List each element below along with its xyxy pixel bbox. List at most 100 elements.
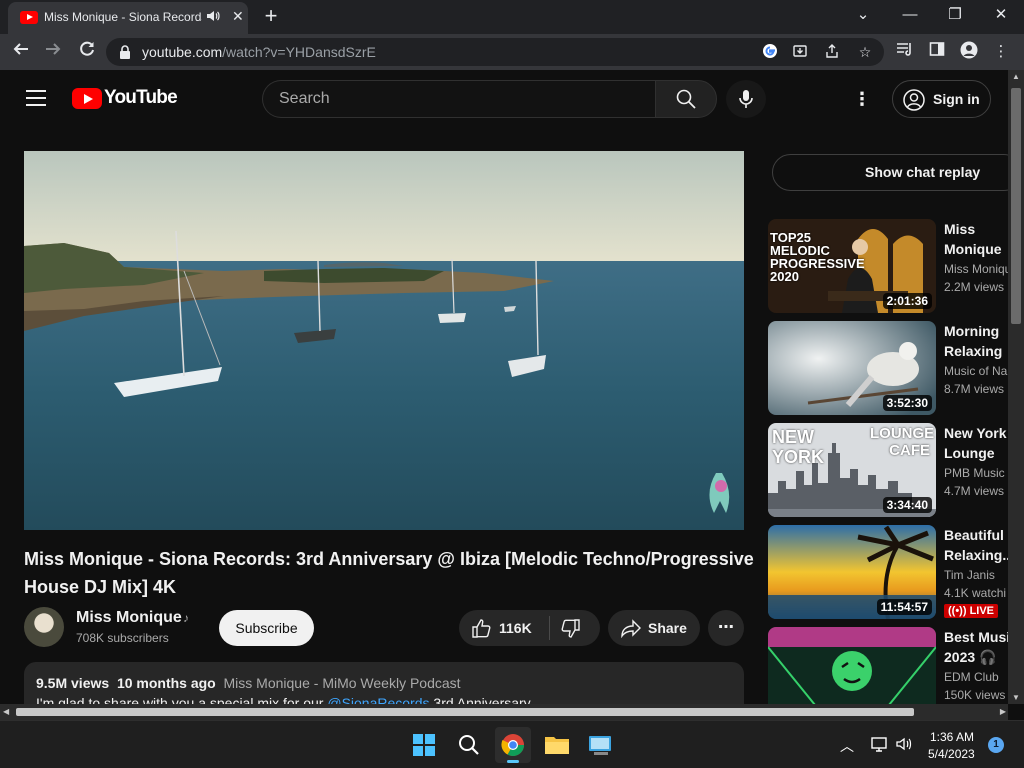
clock-time[interactable]: 1:36 AM [930, 730, 974, 744]
start-button[interactable] [406, 727, 442, 763]
video-thumbnail[interactable]: 11:54:57 [768, 525, 936, 619]
video-player[interactable] [24, 151, 744, 530]
recommendation-item[interactable]: Best Musi 2023 🎧 EDM Club 150K views [768, 627, 1008, 704]
search-icon [459, 735, 479, 755]
chevron-up-icon[interactable]: ︿ [840, 736, 854, 756]
horizontal-scrollbar[interactable]: ◀ ▶ [0, 704, 1008, 720]
show-chat-replay-button[interactable]: Show chat replay [772, 154, 1008, 191]
sign-in-button[interactable]: Sign in [892, 80, 991, 118]
scroll-left-arrow-icon[interactable]: ◀ [3, 707, 9, 716]
recommendation-title[interactable]: Morning Relaxing M [944, 321, 1008, 361]
dislike-thumb-icon[interactable] [561, 619, 581, 639]
share-button[interactable]: Share [608, 610, 700, 646]
like-thumb-icon[interactable] [471, 618, 491, 638]
taskbar-search-button[interactable] [451, 727, 487, 763]
like-count[interactable]: 116K [499, 620, 532, 636]
recommendation-channel[interactable]: Music of Na [944, 364, 1008, 378]
reload-icon[interactable] [74, 40, 100, 64]
scroll-down-arrow-icon[interactable]: ▼ [1012, 693, 1020, 702]
share-page-icon[interactable] [822, 43, 842, 61]
video-thumbnail[interactable] [768, 627, 936, 704]
close-tab-icon[interactable]: ✕ [232, 8, 244, 25]
hamburger-menu-icon[interactable] [26, 90, 46, 106]
address-bar[interactable]: youtube.com/watch?v=YHDansdSzrE ☆ [106, 38, 884, 66]
scroll-up-arrow-icon[interactable]: ▲ [1012, 72, 1020, 81]
share-label: Share [648, 620, 687, 636]
taskbar-file-explorer-button[interactable] [539, 727, 575, 763]
clock-date[interactable]: 5/4/2023 [928, 747, 975, 761]
music-note-icon: ♪ [183, 611, 189, 625]
voice-search-button[interactable] [726, 80, 766, 118]
google-icon[interactable] [760, 43, 780, 61]
recommendation-views: 150K views [944, 688, 1006, 702]
recommendation-title[interactable]: Miss Monique YearMix 2 [944, 219, 1008, 259]
description-text: I'm glad to share with you a special mix… [36, 695, 531, 704]
recommendation-item[interactable]: 11:54:57 Beautiful Relaxing... Tim Janis… [768, 525, 1008, 621]
browser-tab-strip: Miss Monique - Siona Records ✕ + ⌄ — ❐ ✕ [0, 0, 1024, 34]
thumbnail-caption-right: LOUNGE CAFE [870, 425, 935, 459]
playlist-link[interactable]: Miss Monique - MiMo Weekly Podcast [224, 675, 461, 691]
account-icon [903, 89, 925, 111]
taskbar-app-button[interactable] [583, 727, 619, 763]
new-tab-button[interactable]: + [259, 3, 283, 29]
taskbar-chrome-button[interactable] [495, 727, 531, 763]
reading-list-icon[interactable] [894, 41, 916, 63]
speaker-icon[interactable] [206, 9, 220, 26]
minimize-icon[interactable]: — [890, 4, 930, 28]
mention-link[interactable]: @SionaRecords [327, 695, 429, 704]
recommendation-channel[interactable]: Miss Monique [944, 262, 1008, 276]
youtube-page: YouTube Search ⋮ Sign in Miss Monique - … [0, 70, 1008, 704]
thumbnail-caption: TOP25 MELODIC PROGRESSIVE 2020 [770, 230, 865, 284]
search-button[interactable] [655, 80, 717, 118]
horizontal-scroll-thumb[interactable] [16, 708, 914, 716]
channel-avatar[interactable] [24, 607, 64, 647]
browser-tab[interactable]: Miss Monique - Siona Records ✕ [8, 2, 248, 34]
recommendation-title[interactable]: Beautiful Relaxing... [944, 525, 1008, 565]
channel-name[interactable]: Miss Monique [76, 609, 182, 627]
recommendation-item[interactable]: 3:52:30 Morning Relaxing M Music of Na 8… [768, 321, 1008, 417]
youtube-favicon-icon [20, 11, 38, 24]
video-thumbnail[interactable]: NEW YORK LOUNGE CAFE 3:34:40 [768, 423, 936, 517]
youtube-logo-icon[interactable] [72, 88, 102, 109]
recommendation-item[interactable]: TOP25 MELODIC PROGRESSIVE 2020 2:01:36 M… [768, 219, 1008, 315]
folder-icon [545, 737, 569, 754]
tab-title: Miss Monique - Siona Records [44, 10, 202, 24]
video-thumbnail[interactable]: TOP25 MELODIC PROGRESSIVE 2020 2:01:36 [768, 219, 936, 313]
back-icon[interactable] [8, 40, 34, 64]
more-actions-icon[interactable]: ⋯ [708, 610, 744, 646]
settings-more-icon[interactable]: ⋮ [852, 88, 872, 110]
browser-toolbar: youtube.com/watch?v=YHDansdSzrE ☆ ⋮ [0, 34, 1024, 70]
recommendation-title[interactable]: Best Musi 2023 🎧 [944, 627, 1008, 667]
install-icon[interactable] [790, 43, 810, 61]
live-badge: ((•)) LIVE [944, 604, 999, 618]
volume-icon[interactable] [895, 735, 913, 758]
search-input[interactable]: Search [262, 80, 655, 118]
youtube-wordmark[interactable]: YouTube [104, 87, 178, 109]
close-window-icon[interactable]: ✕ [981, 4, 1021, 28]
vertical-scrollbar[interactable]: ▲ ▼ [1008, 70, 1024, 704]
recommendation-title[interactable]: New York Lounge Ca [944, 423, 1008, 463]
lock-icon[interactable] [118, 44, 132, 60]
recommendation-item[interactable]: NEW YORK LOUNGE CAFE 3:34:40 New York Lo… [768, 423, 1008, 519]
vertical-scroll-thumb[interactable] [1011, 88, 1021, 324]
video-thumbnail[interactable]: 3:52:30 [768, 321, 936, 415]
profile-icon[interactable] [958, 41, 980, 63]
recommendation-channel[interactable]: Tim Janis [944, 568, 1008, 582]
description-box[interactable]: 9.5M views 10 months ago Miss Monique - … [24, 662, 744, 704]
forward-icon[interactable] [40, 40, 66, 64]
side-panel-icon[interactable] [926, 41, 948, 63]
scroll-right-arrow-icon[interactable]: ▶ [1000, 707, 1006, 716]
restore-icon[interactable]: ❐ [935, 4, 975, 28]
tab-search-icon[interactable]: ⌄ [843, 4, 883, 28]
chrome-menu-icon[interactable]: ⋮ [990, 41, 1012, 63]
notification-badge[interactable]: 1 [988, 737, 1004, 753]
subscribe-button[interactable]: Subscribe [219, 610, 314, 646]
network-icon[interactable] [870, 735, 888, 758]
recommendation-views: 4.1K watchi [944, 586, 1007, 600]
recommendation-channel[interactable]: PMB Music [944, 466, 1008, 480]
recommendation-channel[interactable]: EDM Club [944, 670, 1008, 684]
recommendation-views: 8.7M views [944, 382, 1005, 396]
search-placeholder: Search [279, 90, 330, 107]
chrome-icon [501, 734, 524, 756]
bookmark-star-icon[interactable]: ☆ [855, 43, 875, 61]
